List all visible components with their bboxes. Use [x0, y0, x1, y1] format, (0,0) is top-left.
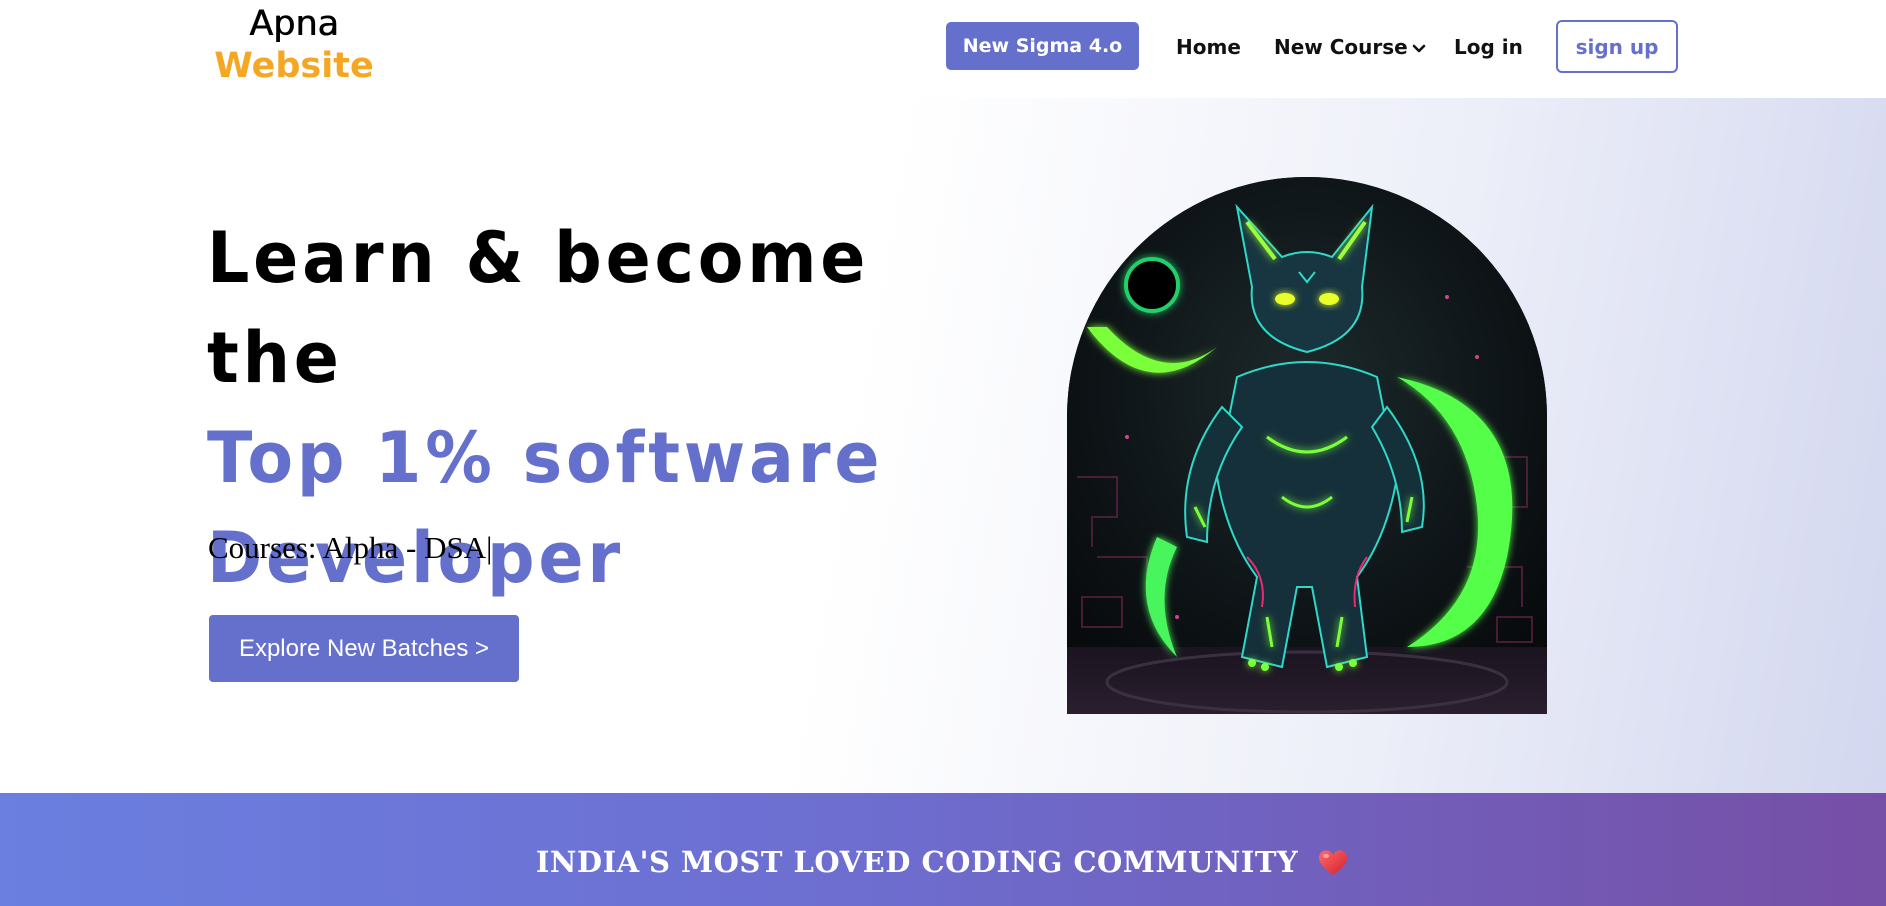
neon-cat-illustration	[1067, 177, 1547, 714]
heart-icon	[1319, 850, 1348, 875]
nav-new-course-dropdown[interactable]: New Course	[1274, 30, 1426, 64]
community-headline-text: INDIA'S MOST LOVED CODING COMMUNITY	[535, 845, 1299, 879]
signup-button[interactable]: sign up	[1556, 20, 1678, 73]
community-banner: INDIA'S MOST LOVED CODING COMMUNITY	[0, 793, 1886, 906]
brand-logo[interactable]: Apna Website	[214, 2, 374, 88]
community-headline: INDIA'S MOST LOVED CODING COMMUNITY	[0, 845, 1886, 879]
explore-batches-button[interactable]: Explore New Batches >	[209, 615, 519, 682]
courses-typewriter-text: Courses: Alpha - DSA|	[208, 530, 493, 565]
brand-logo-line1: Apna	[249, 4, 339, 44]
hero-section: Learn & become the Top 1% software Devel…	[0, 98, 1886, 793]
navbar: Apna Website New Sigma 4.o Home New Cour…	[0, 0, 1886, 98]
nav-login-link[interactable]: Log in	[1454, 30, 1523, 64]
nav-home-link[interactable]: Home	[1176, 30, 1241, 64]
hero-title-line2: Top 1% software	[207, 417, 884, 499]
hero-title-line1: Learn & become the	[207, 217, 870, 399]
new-sigma-button[interactable]: New Sigma 4.o	[946, 22, 1139, 70]
hero-illustration	[1067, 177, 1547, 714]
nav-new-course-label: New Course	[1274, 35, 1408, 59]
brand-logo-line2: Website	[214, 46, 374, 86]
chevron-down-icon	[1412, 44, 1426, 53]
